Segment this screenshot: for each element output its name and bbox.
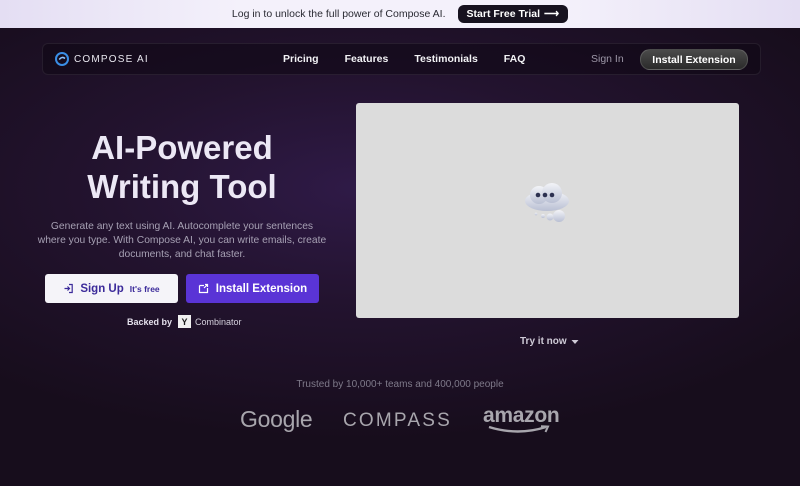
promo-banner: Log in to unlock the full power of Compo… — [0, 0, 800, 28]
logo[interactable]: COMPOSE AI — [55, 52, 149, 66]
hero-description: Generate any text using AI. Autocomplete… — [37, 221, 327, 260]
nav-install-extension-button[interactable]: Install Extension — [640, 49, 748, 70]
start-free-trial-label: Start Free Trial — [466, 8, 541, 20]
thinking-cloud-icon — [525, 183, 569, 222]
sign-up-free-note: It's free — [129, 283, 160, 294]
caret-down-icon — [571, 339, 579, 344]
nav-link-pricing[interactable]: Pricing — [283, 53, 319, 65]
sign-in-link[interactable]: Sign In — [591, 53, 624, 65]
banner-text: Log in to unlock the full power of Compo… — [231, 8, 446, 20]
preview-panel[interactable] — [356, 103, 739, 318]
google-logo: Google — [240, 406, 313, 432]
ycombinator-logo-icon: Y — [178, 315, 192, 328]
extension-icon — [198, 283, 208, 294]
amazon-smile-icon — [488, 425, 550, 433]
compass-logo: COMPASS — [343, 410, 453, 431]
page-title: AI-Powered Writing Tool — [42, 128, 322, 206]
install-extension-label: Install Extension — [215, 282, 308, 295]
login-icon — [64, 283, 74, 294]
start-free-trial-button[interactable]: Start Free Trial ⟶ — [457, 5, 569, 23]
logo-text: COMPOSE AI — [74, 53, 149, 65]
nav-link-testimonials[interactable]: Testimonials — [414, 53, 477, 65]
nav-link-faq[interactable]: FAQ — [504, 53, 526, 65]
nav-link-features[interactable]: Features — [345, 53, 389, 65]
try-it-now-link[interactable]: Try it now — [520, 336, 579, 347]
ycombinator-text: Combinator — [195, 316, 242, 327]
title-line-1: AI-Powered — [91, 129, 273, 166]
backed-by: Backed by Y Combinator — [127, 315, 242, 328]
top-navigation: COMPOSE AI Pricing Features Testimonials… — [42, 43, 761, 75]
trusted-by-text: Trusted by 10,000+ teams and 400,000 peo… — [296, 379, 504, 390]
nav-links: Pricing Features Testimonials FAQ — [283, 53, 525, 65]
arrow-right-icon: ⟶ — [544, 8, 560, 20]
backed-by-label: Backed by — [127, 316, 173, 327]
sign-up-button[interactable]: Sign Up It's free — [45, 274, 178, 303]
compose-logo-icon — [55, 52, 69, 66]
title-line-2: Writing Tool — [87, 168, 277, 205]
try-it-now-label: Try it now — [520, 336, 567, 347]
sign-up-label: Sign Up — [80, 282, 124, 295]
install-extension-button[interactable]: Install Extension — [186, 274, 319, 303]
